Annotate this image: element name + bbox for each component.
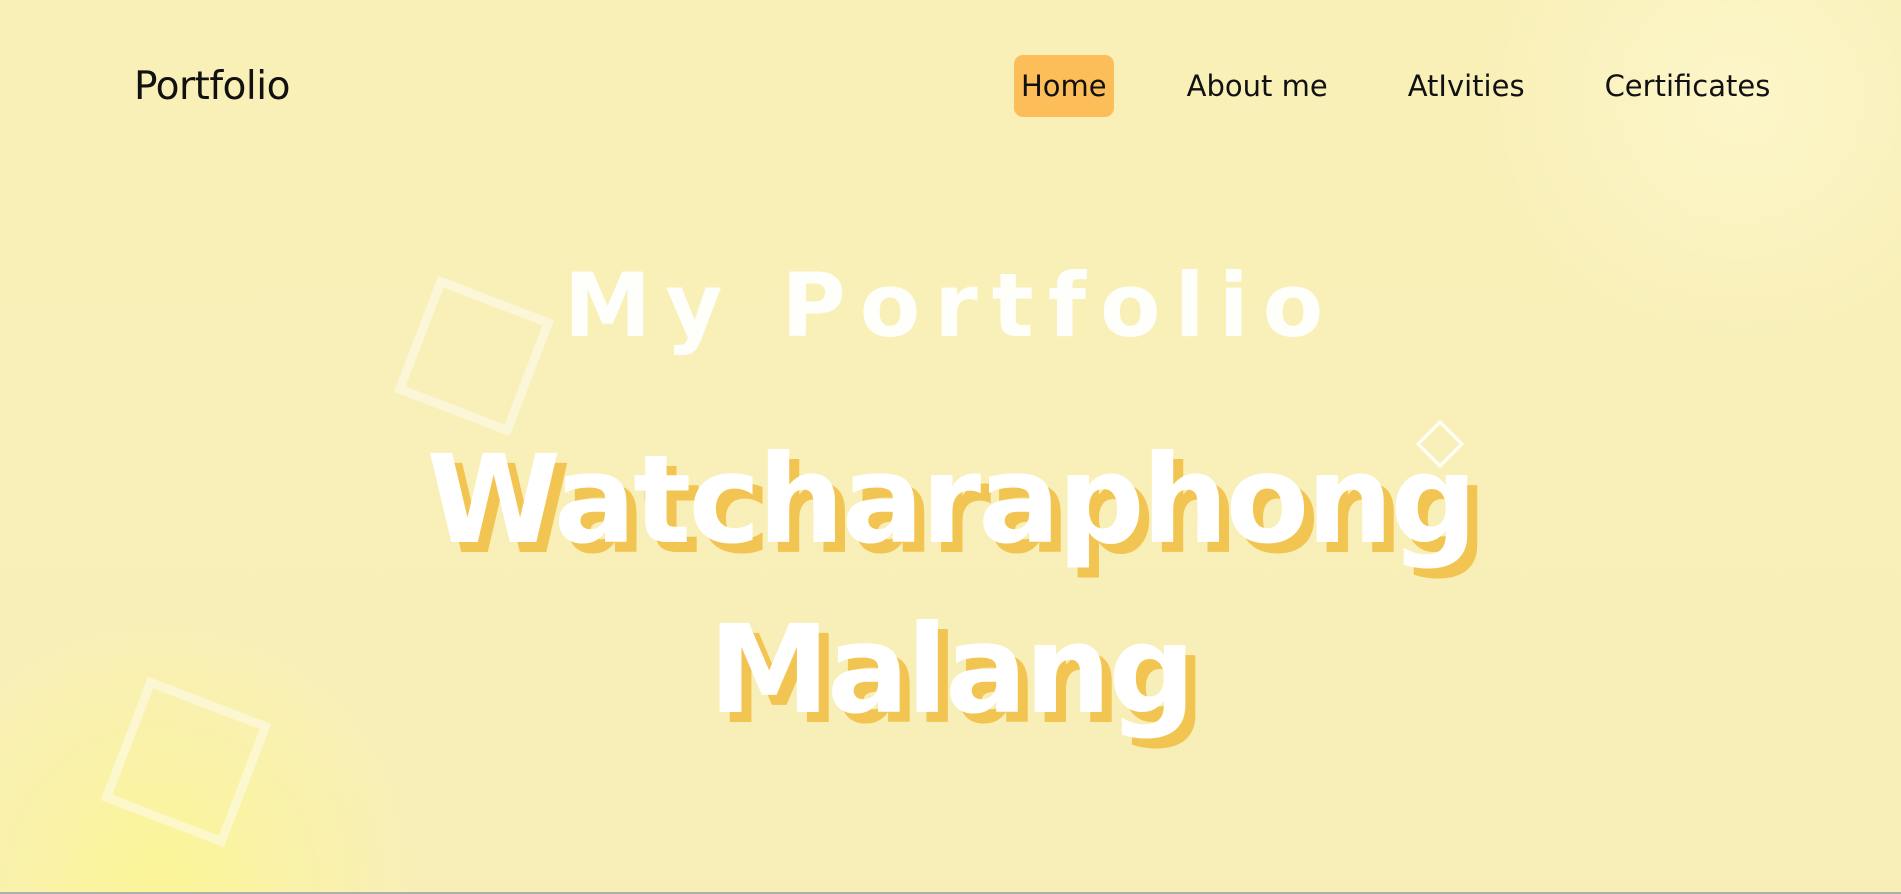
nav-item-home[interactable]: Home xyxy=(1014,55,1114,117)
main-nav: Home About me AtIvities Certificates xyxy=(1014,55,1777,117)
hero-name-first: Watcharaphong xyxy=(426,429,1477,571)
nav-item-activities[interactable]: AtIvities xyxy=(1401,55,1532,117)
site-header: Portfolio Home About me AtIvities Certif… xyxy=(0,0,1901,175)
nav-item-certificates[interactable]: Certificates xyxy=(1598,55,1778,117)
nav-item-about-me[interactable]: About me xyxy=(1180,55,1335,117)
hero-kicker: My Portfolio xyxy=(563,254,1338,357)
hero-name-last: Malang xyxy=(708,599,1195,741)
brand-logo-text[interactable]: Portfolio xyxy=(134,64,290,110)
